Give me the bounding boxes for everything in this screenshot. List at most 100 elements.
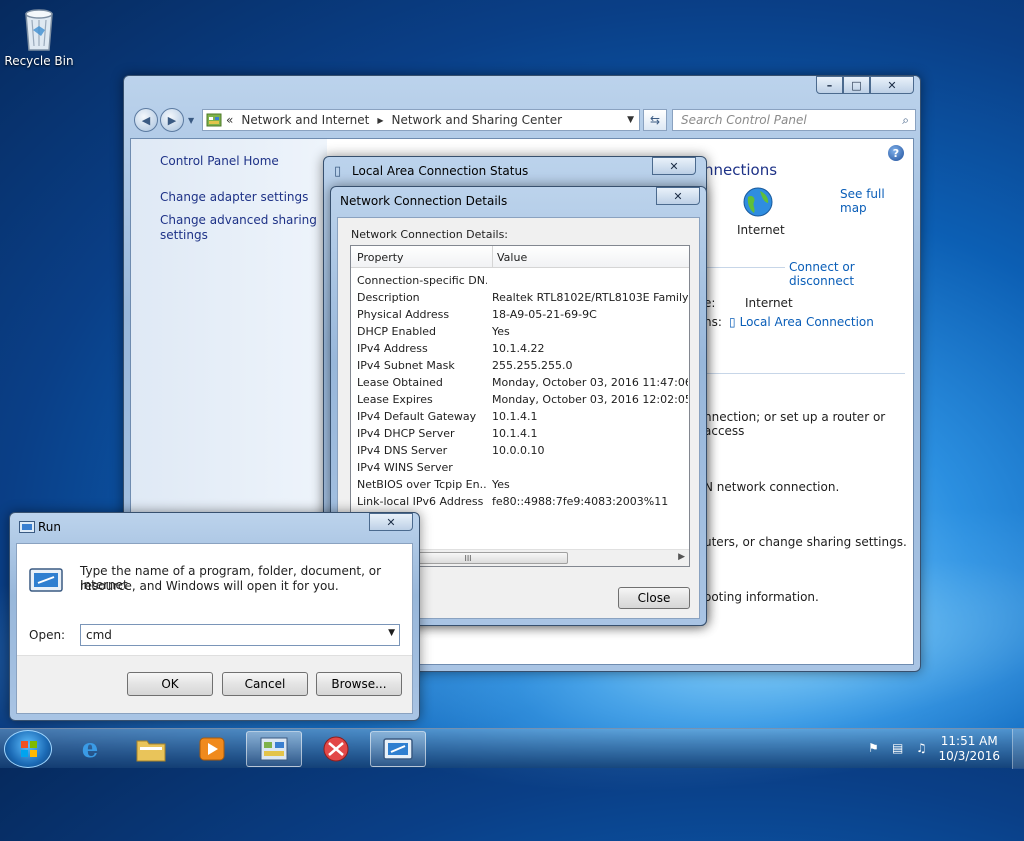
taskbar-windows-explorer[interactable] [123, 731, 179, 767]
taskbar-media-player[interactable] [184, 731, 240, 767]
close-icon: ✕ [887, 78, 897, 92]
table-row[interactable]: IPv4 Default Gateway 10.1.4.1 [351, 408, 689, 425]
property-cell: Link-local IPv6 Address [357, 495, 484, 508]
maximize-button[interactable]: □ [843, 76, 870, 94]
property-cell: Connection-specific DN... [357, 274, 487, 287]
local-area-connection-label: Local Area Connection [739, 315, 874, 329]
taskbar-clock[interactable]: 11:51 AM 10/3/2016 [938, 734, 1000, 764]
maximize-icon: □ [851, 78, 862, 92]
scroll-right-icon[interactable]: ▶ [678, 552, 685, 562]
address-dropdown-icon[interactable]: ▼ [627, 115, 634, 125]
control-panel-home-link[interactable]: Control Panel Home [160, 154, 279, 168]
value-cell: 18-A9-05-21-69-9C [492, 308, 597, 321]
see-full-map-link[interactable]: See full map [840, 187, 913, 215]
taskbar-run[interactable] [370, 731, 426, 767]
show-desktop-button[interactable] [1012, 729, 1024, 769]
value-cell: 10.1.4.22 [492, 342, 545, 355]
list-header: Property Value [351, 246, 689, 268]
cancel-button[interactable]: Cancel [222, 672, 308, 696]
table-row[interactable]: IPv4 Subnet Mask 255.255.255.0 [351, 357, 689, 374]
connect-disconnect-link[interactable]: Connect or disconnect [785, 260, 913, 288]
close-icon: ✕ [673, 189, 683, 203]
refresh-button[interactable]: ⇆ [643, 109, 667, 131]
table-row[interactable]: Description Realtek RTL8102E/RTL8103E Fam… [351, 289, 689, 306]
value-cell: Yes [492, 478, 510, 491]
table-row[interactable]: Lease Expires Monday, October 03, 2016 12… [351, 391, 689, 408]
change-advanced-sharing-link-line2[interactable]: settings [160, 228, 208, 242]
open-combobox[interactable]: cmd ▼ [80, 624, 400, 646]
lac-status-title: Local Area Connection Status [352, 164, 529, 178]
help-icon: ? [888, 145, 904, 161]
run-title-icon [19, 521, 35, 533]
details-close-x-button[interactable]: ✕ [656, 187, 700, 205]
network-status-icon: ▯ [334, 164, 342, 179]
local-area-connection-link[interactable]: ▯ Local Area Connection [729, 315, 874, 329]
ok-button[interactable]: OK [127, 672, 213, 696]
recycle-bin[interactable]: Recycle Bin [4, 6, 74, 68]
address-bar[interactable]: « Network and Internet ▶ Network and Sha… [202, 109, 667, 131]
value-cell: fe80::4988:7fe9:4083:2003%11 [492, 495, 669, 508]
taskbar-internet-explorer[interactable]: e [62, 731, 118, 767]
search-icon[interactable]: ⌕ [902, 113, 909, 128]
table-row[interactable]: Connection-specific DN... [351, 272, 689, 289]
breadcrumb-separator-icon: ▶ [377, 115, 384, 125]
open-label: Open: [29, 628, 66, 642]
network-tray-icon[interactable]: ▤ [892, 741, 903, 755]
property-cell: IPv4 Default Gateway [357, 410, 477, 423]
forward-button[interactable]: ▶ [160, 108, 184, 132]
property-cell: Lease Expires [357, 393, 433, 406]
taskbar-control-panel[interactable] [246, 731, 302, 767]
close-icon: ✕ [669, 159, 679, 173]
run-program-icon [29, 568, 63, 592]
table-row[interactable]: DHCP Enabled Yes [351, 323, 689, 340]
action-center-icon[interactable]: ⚑ [868, 741, 879, 755]
change-advanced-sharing-link[interactable]: Change advanced sharing [160, 213, 317, 227]
table-row[interactable]: IPv4 WINS Server [351, 459, 689, 476]
run-dialog: Run ✕ Type the name of a program, folder… [9, 512, 420, 721]
taskbar-snipping-tool[interactable] [308, 731, 364, 767]
minimize-button[interactable]: – [816, 76, 843, 94]
chevron-down-icon[interactable]: ▼ [388, 628, 395, 638]
divider [705, 373, 905, 374]
table-row[interactable]: IPv4 DHCP Server 10.1.4.1 [351, 425, 689, 442]
run-close-x-button[interactable]: ✕ [369, 513, 413, 531]
value-cell: 255.255.255.0 [492, 359, 573, 372]
browse-button[interactable]: Browse... [316, 672, 402, 696]
recent-pages-dropdown[interactable]: ▼ [188, 116, 194, 125]
value-cell: Yes [492, 325, 510, 338]
start-button[interactable] [4, 730, 52, 768]
table-row[interactable]: Physical Address 18-A9-05-21-69-9C [351, 306, 689, 323]
volume-icon[interactable]: ♫ [916, 741, 927, 755]
internet-explorer-icon: e [81, 734, 99, 764]
value-cell: Monday, October 03, 2016 11:47:06 AM [492, 376, 688, 389]
breadcrumb-sharing-center[interactable]: Network and Sharing Center [391, 113, 562, 127]
control-panel-icon [206, 112, 222, 128]
change-adapter-settings-link[interactable]: Change adapter settings [160, 190, 308, 204]
table-row[interactable]: NetBIOS over Tcpip En... Yes [351, 476, 689, 493]
forward-arrow-icon: ▶ [167, 113, 177, 127]
table-row[interactable]: IPv4 DNS Server 10.0.0.10 [351, 442, 689, 459]
back-button[interactable]: ◀ [134, 108, 158, 132]
search-input[interactable]: Search Control Panel ⌕ [672, 109, 916, 131]
table-row[interactable]: IPv4 Address 10.1.4.22 [351, 340, 689, 357]
run-title: Run [38, 520, 62, 534]
close-button[interactable]: Close [618, 587, 690, 609]
property-cell: IPv4 DNS Server [357, 444, 448, 457]
run-body: Type the name of a program, folder, docu… [16, 543, 413, 714]
page-title-fragment: nnections [704, 161, 778, 179]
run-description-line2: resource, and Windows will open it for y… [80, 579, 339, 593]
table-row[interactable]: Link-local IPv6 Address fe80::4988:7fe9:4… [351, 493, 689, 510]
windows-logo-icon [21, 741, 37, 757]
column-header-property[interactable]: Property [357, 251, 404, 264]
help-button[interactable]: ? [888, 145, 904, 161]
table-row[interactable]: Lease Obtained Monday, October 03, 2016 1… [351, 374, 689, 391]
access-type-value: Internet [745, 296, 793, 310]
lac-close-button[interactable]: ✕ [652, 157, 696, 175]
internet-globe-icon [742, 186, 774, 221]
clock-time: 11:51 AM [940, 734, 998, 748]
property-cell: Lease Obtained [357, 376, 443, 389]
breadcrumb-network-internet[interactable]: Network and Internet [241, 113, 369, 127]
column-header-value[interactable]: Value [497, 251, 527, 264]
close-window-button[interactable]: ✕ [870, 76, 914, 94]
taskbar: e ⚑ ▤ ♫ 11:51 AM 10/3/2016 [0, 728, 1024, 769]
